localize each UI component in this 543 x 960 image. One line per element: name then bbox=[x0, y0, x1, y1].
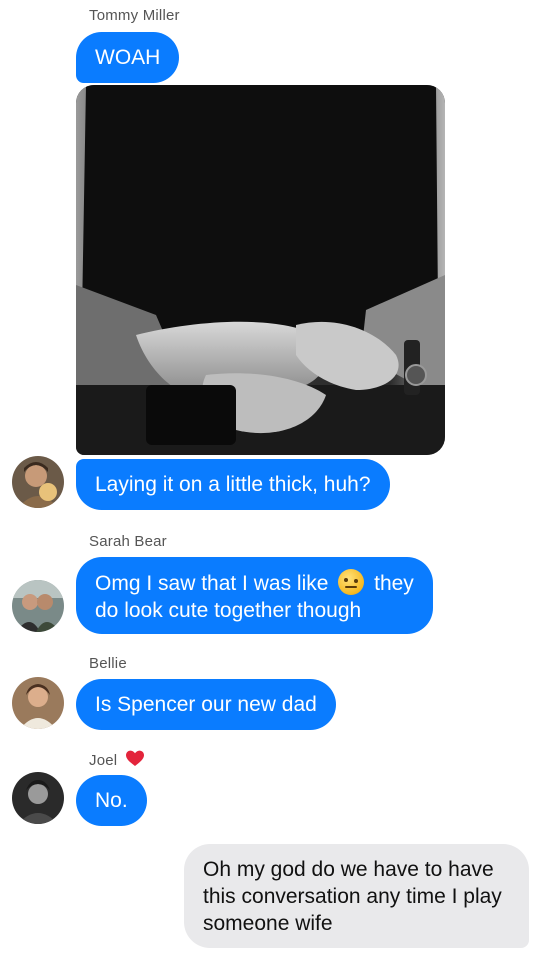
sender-name-bellie: Bellie bbox=[89, 655, 127, 672]
sender-name-tommy: Tommy Miller bbox=[89, 7, 180, 24]
avatar-tommy[interactable] bbox=[12, 456, 64, 508]
sender-name-text: Joel bbox=[89, 752, 118, 769]
avatar-image bbox=[12, 456, 64, 508]
message-line-1: Omg I saw that I was like they bbox=[95, 569, 414, 597]
message-line-2: do look cute together though bbox=[95, 599, 362, 622]
message-bubble-spencer[interactable]: Is Spencer our new dad bbox=[76, 679, 336, 730]
avatar-sarah[interactable] bbox=[12, 580, 64, 632]
message-bubble-laying-it-on[interactable]: Laying it on a little thick, huh? bbox=[76, 459, 390, 510]
message-text: Omg I saw that I was like bbox=[95, 572, 329, 595]
message-bubble-omg[interactable]: Omg I saw that I was like they do look c… bbox=[76, 557, 433, 634]
avatar-bellie[interactable] bbox=[12, 677, 64, 729]
message-text: No. bbox=[95, 789, 128, 812]
message-line-3: someone wife bbox=[203, 912, 333, 935]
avatar-image bbox=[12, 677, 64, 729]
avatar-joel[interactable] bbox=[12, 772, 64, 824]
message-text: they bbox=[374, 572, 414, 595]
avatar-image bbox=[12, 772, 64, 824]
message-bubble-woah[interactable]: WOAH bbox=[76, 32, 180, 83]
message-line-2: this conversation any time I play bbox=[203, 885, 502, 908]
shared-photo[interactable] bbox=[76, 85, 445, 455]
message-text: Is Spencer our new dad bbox=[95, 693, 317, 716]
red-heart-icon bbox=[125, 750, 144, 766]
photo-image bbox=[76, 85, 445, 455]
sender-name-sarah: Sarah Bear bbox=[89, 533, 167, 550]
message-text: WOAH bbox=[95, 46, 161, 69]
raised-eyebrow-emoji-icon bbox=[338, 569, 365, 595]
message-line-1: Oh my god do we have to have bbox=[203, 858, 494, 881]
message-bubble-outgoing[interactable]: Oh my god do we have to have this conver… bbox=[184, 844, 529, 948]
message-text: Laying it on a little thick, huh? bbox=[95, 473, 371, 496]
message-bubble-no[interactable]: No. bbox=[76, 775, 147, 826]
avatar-image bbox=[12, 580, 64, 632]
sender-name-joel: Joel bbox=[89, 750, 144, 769]
